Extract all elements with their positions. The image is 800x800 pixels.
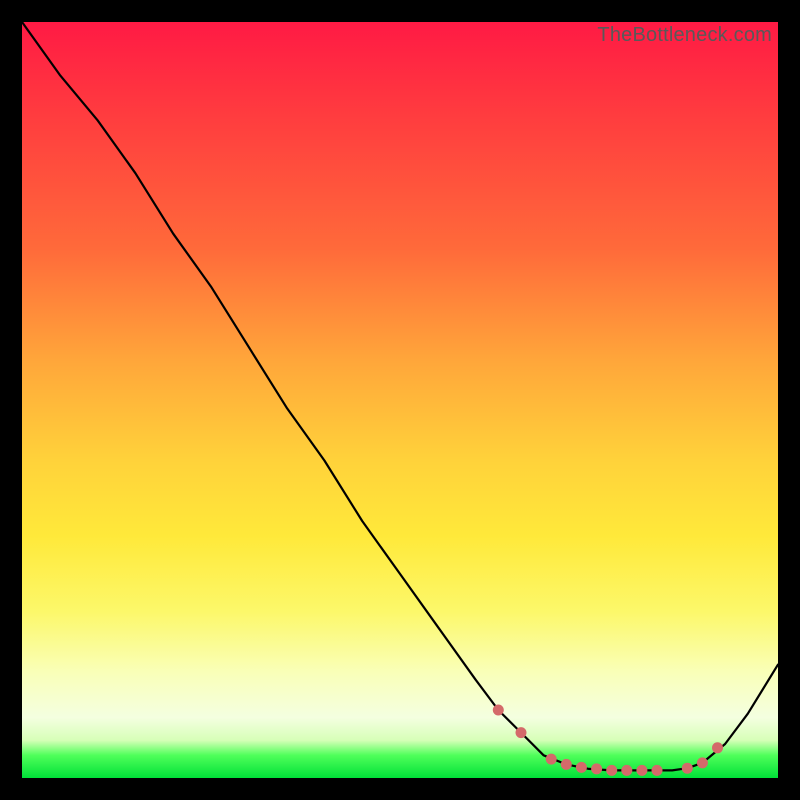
highlight-dot <box>621 765 632 776</box>
bottleneck-curve <box>22 22 778 778</box>
highlight-dot <box>493 705 504 716</box>
highlight-dot <box>591 763 602 774</box>
highlight-dot <box>546 754 557 765</box>
highlight-dot <box>697 757 708 768</box>
highlight-dot <box>561 759 572 770</box>
highlight-dot <box>652 765 663 776</box>
highlight-dot <box>576 762 587 773</box>
curve-path <box>22 22 778 770</box>
highlight-dot <box>606 765 617 776</box>
chart-frame: TheBottleneck.com <box>0 0 800 800</box>
highlight-dot <box>636 765 647 776</box>
plot-area: TheBottleneck.com <box>22 22 778 778</box>
highlight-dot <box>712 742 723 753</box>
highlight-dot <box>516 727 527 738</box>
highlight-dot <box>682 763 693 774</box>
